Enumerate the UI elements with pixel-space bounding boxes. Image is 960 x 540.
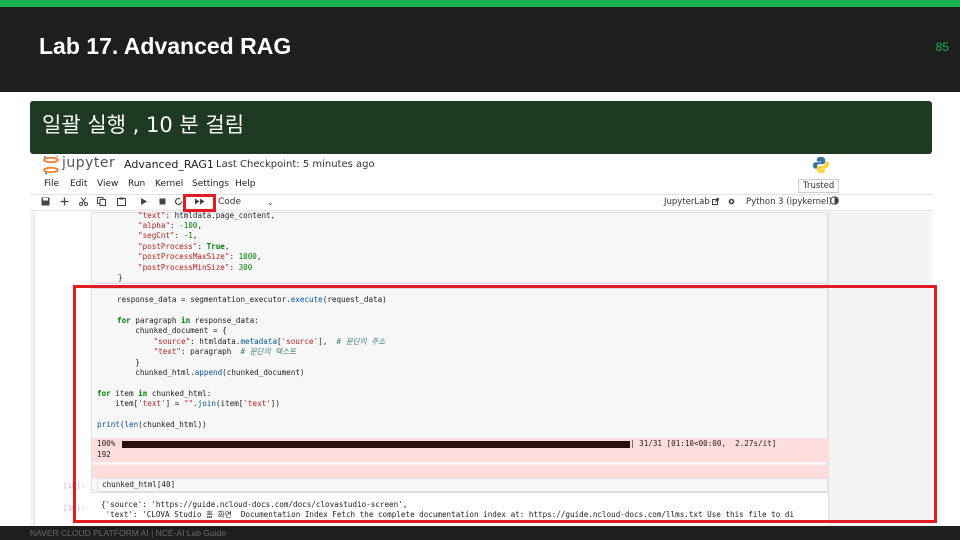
interrupt-kernel-button[interactable] <box>155 195 169 210</box>
jupyter-header: jupyter Advanced_RAG1 Last Checkpoint: 5… <box>30 154 932 176</box>
run-icon <box>140 198 147 205</box>
add-cell-button[interactable] <box>57 195 71 210</box>
stop-icon <box>159 198 165 205</box>
save-button[interactable] <box>38 195 52 210</box>
highlight-frame <box>73 285 937 523</box>
menu-kernel[interactable]: Kernel <box>155 179 183 189</box>
menu-settings[interactable]: Settings <box>192 179 229 189</box>
menu-edit[interactable]: Edit <box>70 179 87 189</box>
slide-title: Lab 17. Advanced RAG <box>39 33 292 59</box>
code-line: "postProcess": True, <box>138 242 230 251</box>
add-cell-icon <box>60 197 68 206</box>
code-line: "postProcessMinSize": 300 <box>138 263 253 272</box>
jupyterlab-label: JupyterLab <box>664 197 710 207</box>
code-cell-request[interactable]: "text": htmldata.page_content, "alpha": … <box>91 212 828 284</box>
copy-icon <box>96 197 106 206</box>
run-all-highlight-box <box>183 194 216 212</box>
menu-file[interactable]: File <box>44 179 59 189</box>
paste-button[interactable] <box>114 195 128 210</box>
kernel-status-icon <box>830 195 839 210</box>
external-link-icon <box>712 198 720 205</box>
page-number: 85 <box>935 40 949 54</box>
menu-bar: File Edit View Run Kernel Settings Help <box>30 177 932 194</box>
jupyter-logo-icon[interactable] <box>42 155 60 175</box>
code-line: "segCnt": -1, <box>138 231 198 240</box>
subtitle-text: 일괄 실행 , 10 분 걸림 <box>42 113 245 137</box>
cut-icon <box>78 197 88 206</box>
footer-text: NAVER CLOUD PLATFORM AI | NCE-AI Lab Gui… <box>30 528 227 538</box>
jupyterlab-link[interactable]: JupyterLab <box>664 195 720 210</box>
menu-help[interactable]: Help <box>235 179 256 189</box>
save-icon <box>41 197 49 206</box>
restart-kernel-button[interactable] <box>173 195 183 210</box>
subtitle-banner: 일괄 실행 , 10 분 걸림 <box>30 101 932 154</box>
code-line: "text": htmldata.page_content, <box>138 212 276 220</box>
code-line: } <box>118 273 123 282</box>
jupyter-wordmark: jupyter <box>62 155 116 171</box>
menu-view[interactable]: View <box>97 179 118 189</box>
kernel-name[interactable]: Python 3 (ipykernel) <box>746 195 832 210</box>
trusted-badge[interactable]: Trusted <box>798 179 840 193</box>
notebook-name[interactable]: Advanced_RAG1 <box>124 158 214 171</box>
code-line: "alpha": -100, <box>138 221 203 230</box>
chevron-down-icon[interactable]: ⌄ <box>267 195 274 210</box>
slide-header: Lab 17. Advanced RAG 85 <box>0 0 960 92</box>
cell-type-select[interactable]: Code <box>218 195 241 210</box>
gear-icon <box>728 198 735 205</box>
notebook-toolbar: Code ⌄ JupyterLab Python 3 (ipykernel) <box>30 194 932 211</box>
checkpoint-status: Last Checkpoint: 5 minutes ago <box>216 159 375 170</box>
code-line: "postProcessMaxSize": 1000, <box>138 252 262 261</box>
menu-run[interactable]: Run <box>128 179 145 189</box>
kernel-settings-button[interactable] <box>728 195 735 210</box>
cut-button[interactable] <box>76 195 90 210</box>
copy-button[interactable] <box>94 195 108 210</box>
run-cell-button[interactable] <box>136 195 150 210</box>
accent-bar <box>0 0 960 7</box>
paste-icon <box>116 197 126 206</box>
restart-icon <box>174 197 182 206</box>
python-logo-icon <box>813 157 829 173</box>
